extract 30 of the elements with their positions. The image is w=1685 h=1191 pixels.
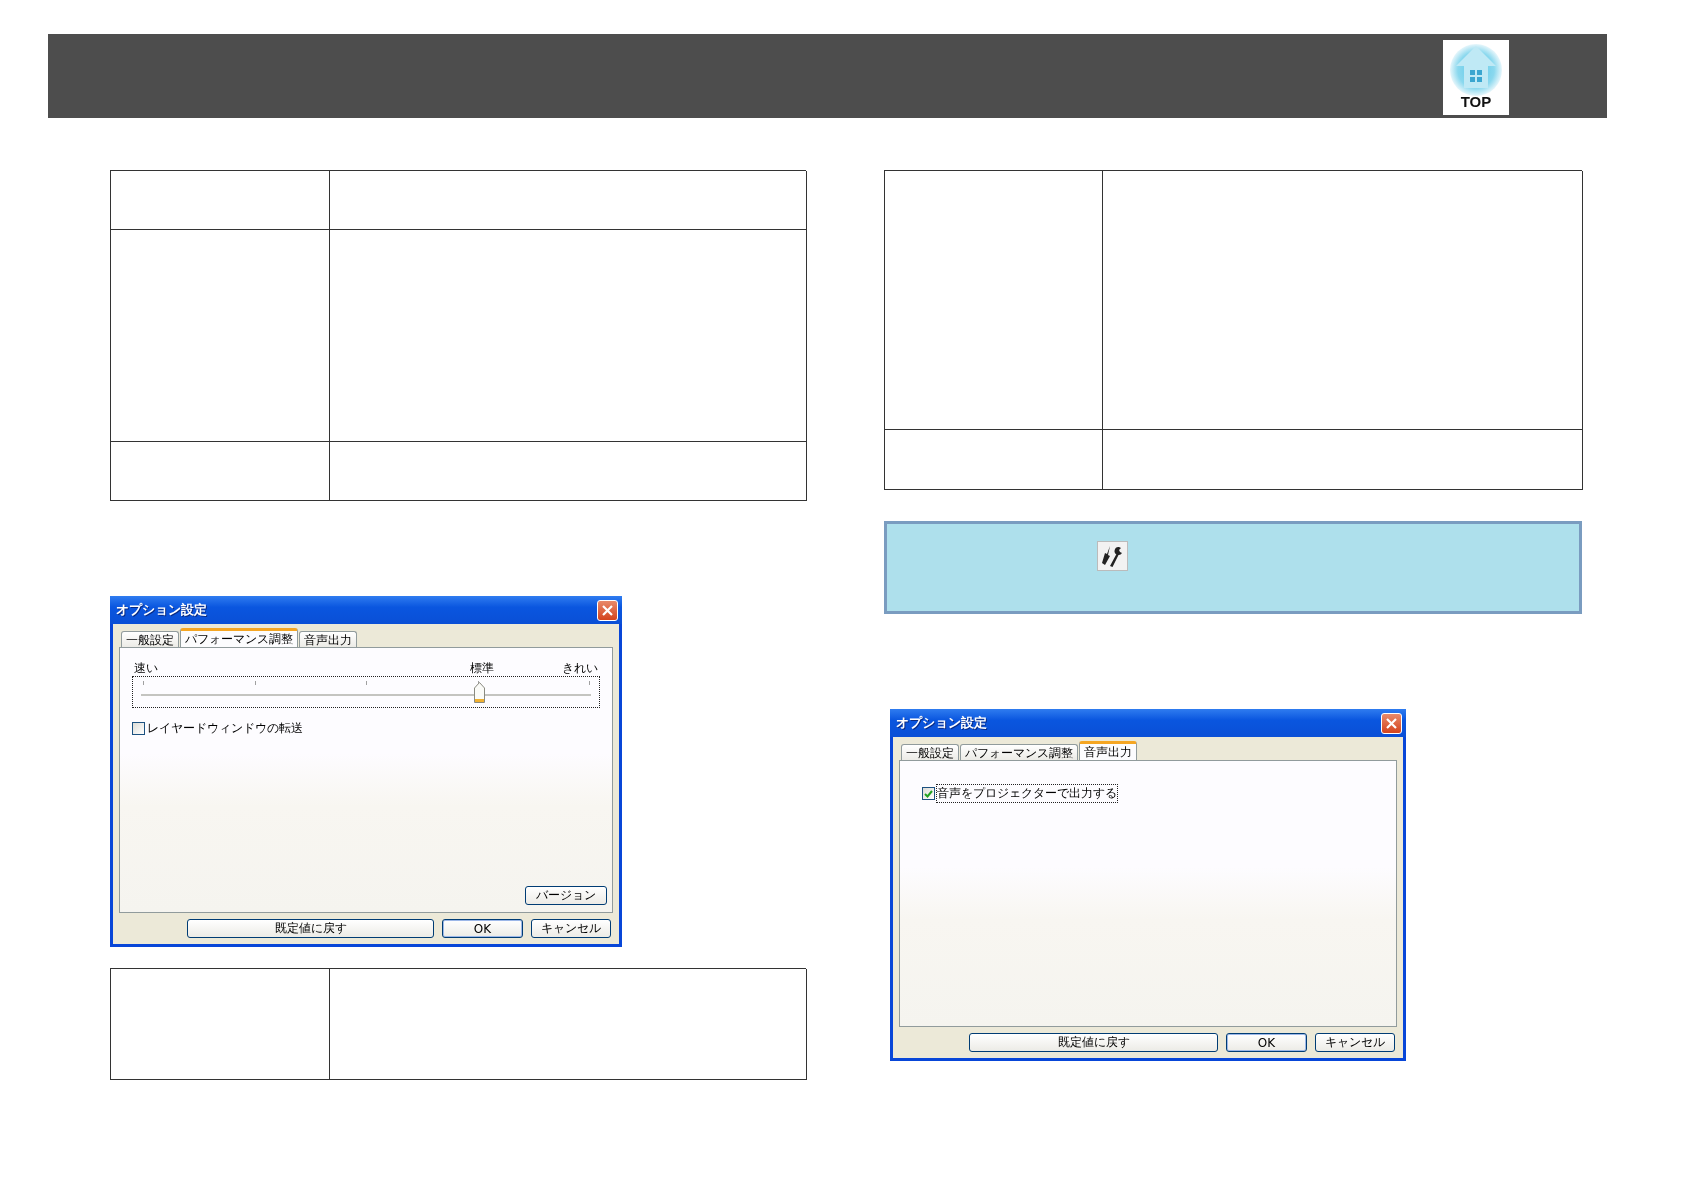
slider-label: きれい bbox=[562, 660, 598, 677]
slider-thumb[interactable] bbox=[473, 682, 485, 703]
version-button[interactable]: バージョン bbox=[525, 886, 607, 905]
dialog-button[interactable]: 既定値に戻す bbox=[969, 1033, 1218, 1052]
window-title: オプション設定 bbox=[116, 601, 207, 619]
dialog-button[interactable]: キャンセル bbox=[531, 919, 611, 938]
close-icon bbox=[1386, 717, 1397, 729]
tools-icon bbox=[1097, 541, 1128, 571]
dialog-button[interactable]: キャンセル bbox=[1315, 1033, 1395, 1052]
tab[interactable]: パフォーマンス調整 bbox=[180, 628, 298, 647]
window-title: オプション設定 bbox=[896, 714, 987, 732]
tab[interactable]: 一般設定 bbox=[901, 744, 959, 760]
checkbox-label[interactable]: レイヤードウィンドウの転送 bbox=[147, 720, 303, 737]
tab[interactable]: 一般設定 bbox=[121, 631, 179, 647]
close-button[interactable] bbox=[597, 599, 618, 621]
checkbox[interactable] bbox=[132, 722, 145, 735]
quality-slider[interactable] bbox=[132, 676, 600, 708]
tab[interactable]: パフォーマンス調整 bbox=[960, 744, 1078, 760]
slider-label: 標準 bbox=[470, 660, 494, 677]
dialog-button[interactable]: OK bbox=[1226, 1033, 1307, 1052]
close-icon bbox=[602, 604, 613, 616]
slider-label: 速い bbox=[134, 660, 158, 677]
dialog-button[interactable]: OK bbox=[442, 919, 523, 938]
tab[interactable]: 音声出力 bbox=[299, 631, 357, 647]
close-button[interactable] bbox=[1381, 712, 1402, 734]
checkbox-label[interactable]: 音声をプロジェクターで出力する bbox=[937, 785, 1117, 802]
dialog-button[interactable]: 既定値に戻す bbox=[187, 919, 434, 938]
top-link[interactable]: TOP bbox=[1443, 40, 1509, 115]
checkbox[interactable] bbox=[922, 787, 935, 800]
tab[interactable]: 音声出力 bbox=[1079, 741, 1137, 760]
